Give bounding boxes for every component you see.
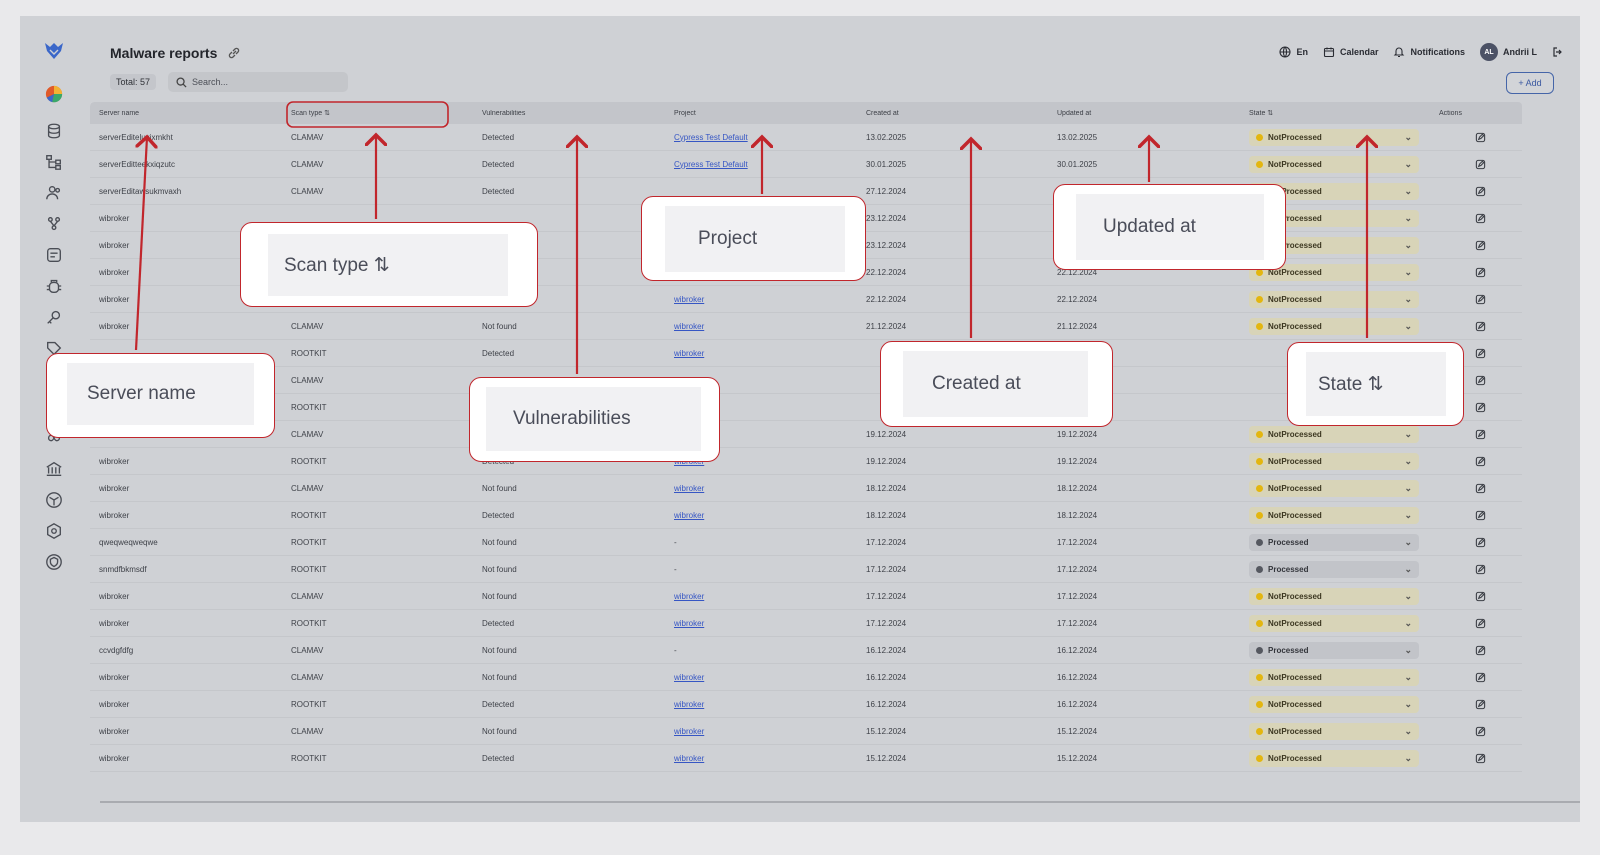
callout-scan-type: Scan type ⇅ [240,222,538,307]
callout-state-label: State ⇅ [1306,352,1446,416]
callout-scan-type-label: Scan type ⇅ [268,234,508,296]
callout-server-name: Server name [46,353,275,438]
callout-vulnerabilities-label: Vulnerabilities [486,387,701,451]
callout-vulnerabilities: Vulnerabilities [469,377,720,462]
callout-updated-at-label: Updated at [1076,194,1264,260]
callout-created-at-label: Created at [903,351,1088,417]
callout-server-name-label: Server name [67,363,254,425]
scan-type-header-outline [286,101,449,128]
callout-state: State ⇅ [1287,342,1464,426]
callout-project: Project [641,196,866,281]
arrow-server-name [134,137,147,351]
callout-created-at: Created at [880,341,1113,427]
callout-project-label: Project [665,206,845,272]
screenshot-stage: Malware reports Total: 57 En Calendar N [0,0,1600,855]
callout-updated-at: Updated at [1053,184,1286,270]
